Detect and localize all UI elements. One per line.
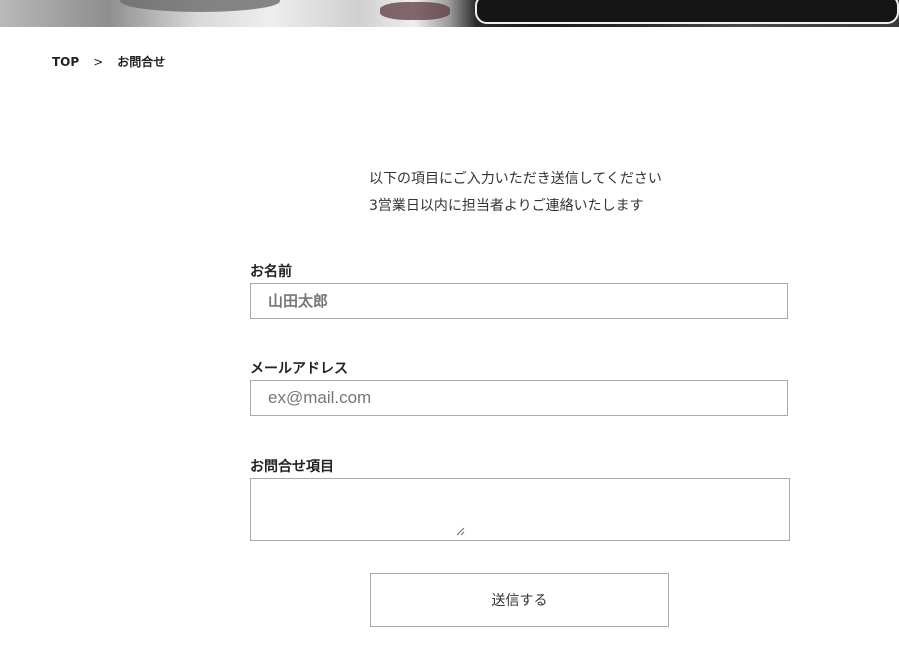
name-input[interactable] — [250, 283, 788, 319]
breadcrumb-current: お問合せ — [117, 55, 166, 69]
hero-banner-image — [0, 0, 899, 27]
hero-image-object — [120, 0, 280, 12]
hero-image-object — [380, 2, 450, 20]
form-intro-text: 以下の項目にご入力いただき送信してください 3営業日以内に担当者よりご連絡いたし… — [369, 166, 662, 220]
email-input[interactable] — [250, 380, 788, 416]
inquiry-label: お問合せ項目 — [250, 459, 334, 475]
breadcrumb-separator: > — [93, 54, 104, 69]
hero-image-object — [475, 0, 899, 24]
email-label: メールアドレス — [250, 361, 348, 377]
submit-button[interactable]: 送信する — [370, 573, 669, 627]
textarea-resize-handle-icon[interactable] — [455, 526, 465, 536]
intro-line-2: 3営業日以内に担当者よりご連絡いたします — [369, 198, 644, 214]
inquiry-textarea[interactable] — [250, 478, 790, 541]
breadcrumb-home-link[interactable]: TOP — [52, 55, 79, 69]
intro-line-1: 以下の項目にご入力いただき送信してください — [369, 171, 662, 187]
breadcrumb: TOP > お問合せ — [52, 53, 165, 70]
name-label: お名前 — [250, 264, 292, 280]
